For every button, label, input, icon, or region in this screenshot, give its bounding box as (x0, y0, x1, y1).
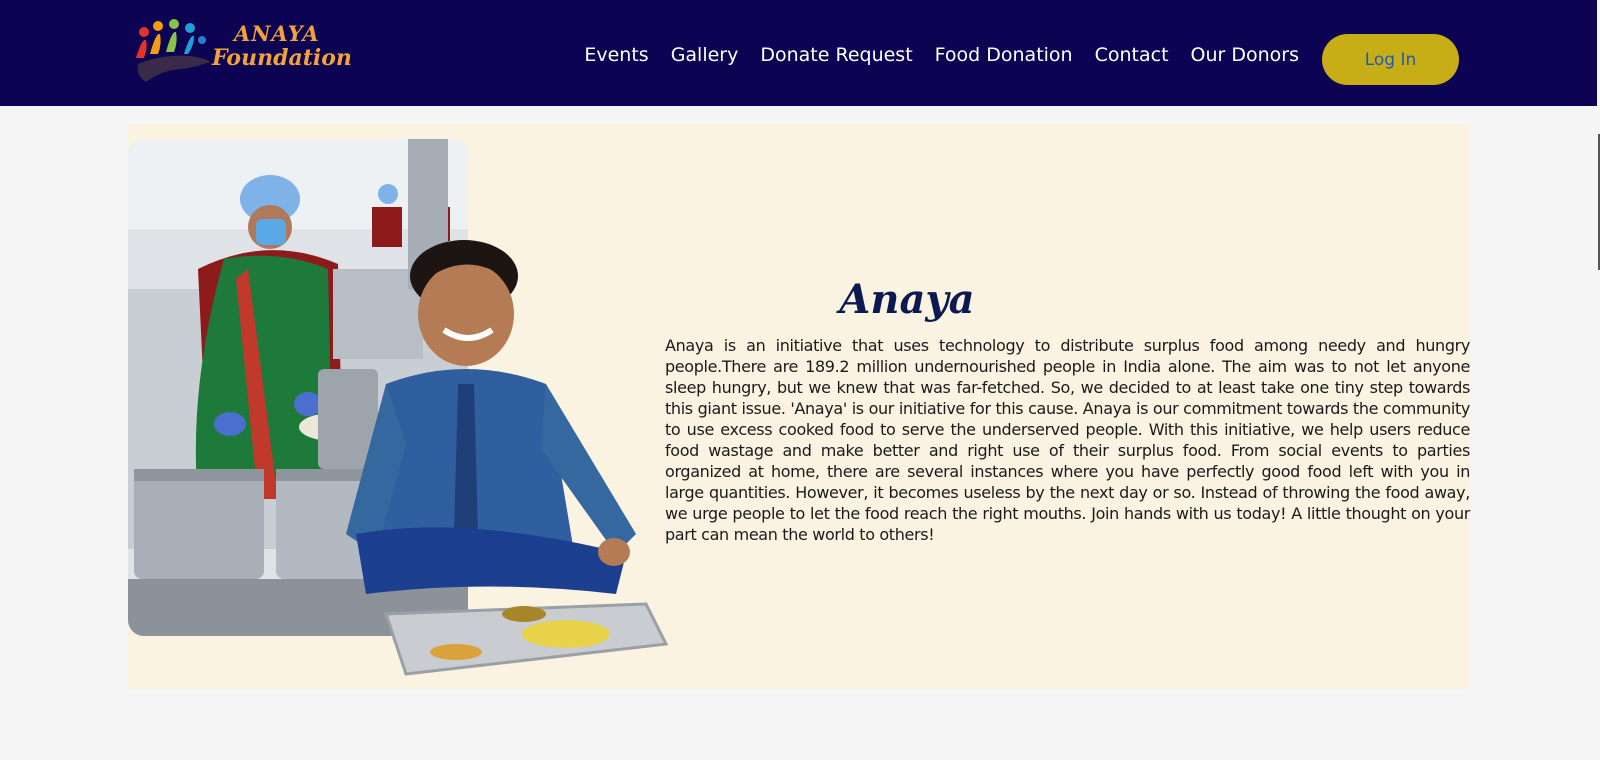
nav-our-donors[interactable]: Our Donors (1191, 44, 1299, 66)
logo-word-anaya: ANAYA (234, 21, 320, 46)
child-eating-image (346, 234, 686, 684)
main-nav: Events Gallery Donate Request Food Donat… (584, 44, 1299, 66)
top-navbar: ANAYA Foundation Events Gallery Donate R… (0, 0, 1597, 106)
about-section: Anaya Anaya is an initiative that uses t… (128, 124, 1470, 689)
nav-events[interactable]: Events (584, 44, 648, 66)
login-button[interactable]: Log In (1322, 34, 1459, 85)
logo-word-foundation: Foundation (212, 45, 352, 71)
logo-people-icon (136, 19, 210, 82)
nav-food-donation[interactable]: Food Donation (935, 44, 1073, 66)
about-title: Anaya (839, 276, 975, 323)
nav-gallery[interactable]: Gallery (671, 44, 739, 66)
nav-donate-request[interactable]: Donate Request (760, 44, 912, 66)
about-description: Anaya is an initiative that uses technol… (665, 336, 1470, 544)
brand-logo[interactable]: ANAYA Foundation (132, 18, 352, 84)
nav-contact[interactable]: Contact (1095, 44, 1169, 66)
